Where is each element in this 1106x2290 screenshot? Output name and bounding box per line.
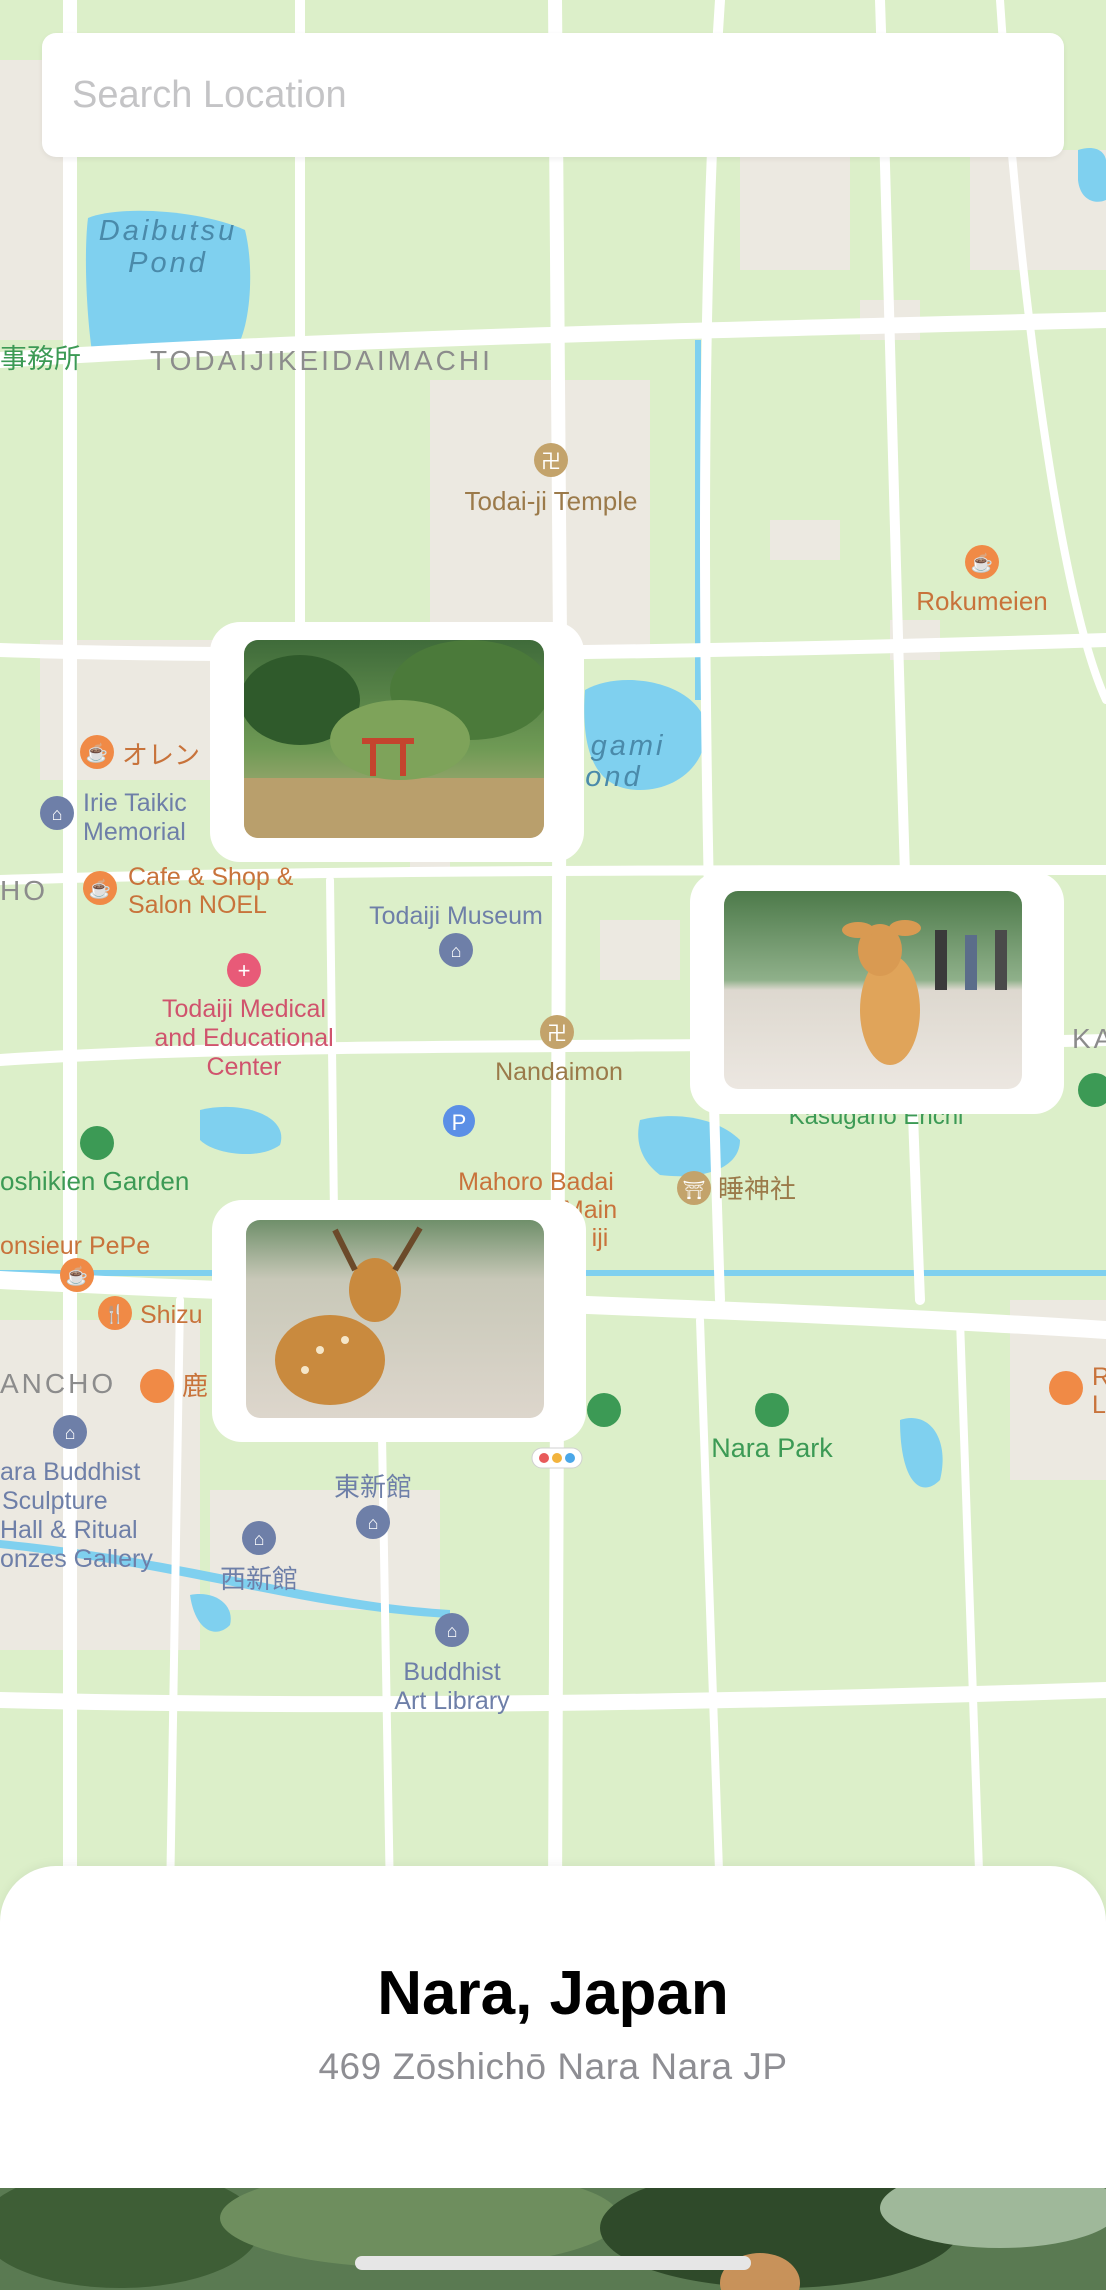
svg-text:+: +: [238, 958, 251, 983]
svg-text:☕: ☕: [66, 1265, 88, 1286]
map-label-monsieur[interactable]: onsieur PePe: [0, 1232, 150, 1260]
map-label-ho: HO: [0, 875, 48, 906]
location-address: 469 Zōshichō Nara Nara JP: [318, 2046, 788, 2087]
location-sheet[interactable]: Nara, Japan 469 Zōshichō Nara Nara JP: [0, 1866, 1106, 2226]
map-label-yoshikien[interactable]: oshikien Garden: [0, 1166, 189, 1196]
svg-text:☕: ☕: [86, 742, 108, 763]
location-photo[interactable]: [0, 2188, 1106, 2290]
park-icon[interactable]: [755, 1393, 789, 1427]
map-label-nara-buddhist-2: Sculpture: [2, 1487, 108, 1515]
map-label-nara-buddhist-4: onzes Gallery: [0, 1545, 153, 1573]
photo-pin-antlered-deer[interactable]: [212, 1200, 586, 1442]
map-label-nara-park[interactable]: Nara Park: [711, 1433, 833, 1463]
map-label-kagami-pond: gami: [591, 730, 666, 762]
svg-text:卍: 卍: [547, 1023, 567, 1045]
map-label-todaijikeidaimachi: TODAIJIKEIDAIMACHI: [150, 345, 493, 376]
svg-text:卍: 卍: [541, 451, 561, 473]
svg-text:⌂: ⌂: [451, 941, 462, 961]
park-icon[interactable]: [587, 1393, 621, 1427]
svg-text:🍴: 🍴: [104, 1303, 126, 1325]
map-label-irie-taikichi-2: Memorial: [83, 818, 186, 846]
map-label-todaiji-medical-3: Center: [206, 1053, 281, 1081]
map-label-shrine[interactable]: 睡神社: [718, 1174, 796, 1204]
map-view[interactable]: Daibutsu Pond 事務所 TODAIJIKEIDAIMACHI 卍 T…: [0, 0, 1106, 1900]
map-label-mahoro-3: iji: [592, 1224, 609, 1252]
svg-text:⌂: ⌂: [254, 1529, 265, 1549]
map-label-nara-buddhist[interactable]: ara Buddhist: [0, 1458, 140, 1486]
svg-text:☕: ☕: [89, 878, 111, 899]
svg-text:⌂: ⌂: [368, 1513, 379, 1533]
park-icon[interactable]: [80, 1126, 114, 1160]
svg-text:⌂: ⌂: [447, 1621, 458, 1641]
map-label-nara-buddhist-3: Hall & Ritual: [0, 1516, 138, 1544]
map-label-ka: KA: [1072, 1023, 1106, 1054]
map-label-todaiji-temple[interactable]: Todai-ji Temple: [465, 486, 638, 516]
ice-cream-icon[interactable]: [140, 1369, 174, 1403]
map-label-rokumeien[interactable]: Rokumeien: [916, 586, 1048, 616]
map-label-east-hall[interactable]: 東新館: [334, 1472, 412, 1502]
search-input[interactable]: [70, 72, 1036, 118]
svg-text:⌂: ⌂: [52, 804, 63, 824]
map-label-buddhist-art[interactable]: Buddhist: [403, 1658, 500, 1686]
map-label-west-hall[interactable]: 西新館: [220, 1564, 298, 1594]
home-indicator: [355, 2256, 751, 2270]
map-label-todaiji-medical-2: and Educational: [154, 1024, 333, 1052]
map-label-irie-taikichi[interactable]: Irie Taikic: [83, 789, 187, 817]
map-label-cafe-shop[interactable]: Cafe & Shop &: [128, 863, 294, 891]
restaurant-icon[interactable]: [1049, 1371, 1083, 1405]
map-label-ancho: ANCHO: [0, 1368, 116, 1399]
traffic-light-icon: [531, 1447, 583, 1469]
map-label-office: 事務所: [0, 344, 81, 374]
svg-text:☕: ☕: [971, 552, 993, 573]
map-label-r: R: [1092, 1363, 1106, 1391]
map-label-shizu[interactable]: Shizu: [140, 1301, 203, 1329]
search-bar[interactable]: [42, 33, 1064, 157]
map-label-todaiji-medical[interactable]: Todaiji Medical: [162, 995, 326, 1023]
location-title: Nara, Japan: [377, 1959, 729, 2028]
map-label-shika[interactable]: 鹿: [182, 1371, 208, 1401]
map-label-l: L: [1092, 1391, 1106, 1419]
map-label-daibutsu-pond: Daibutsu: [99, 215, 237, 247]
map-label-daibutsu-pond-2: Pond: [128, 247, 208, 279]
map-label-kagami-pond-2: ond: [585, 761, 642, 793]
svg-text:⛩: ⛩: [683, 1180, 706, 1200]
svg-text:⌂: ⌂: [65, 1423, 76, 1443]
map-label-todaiji-museum[interactable]: Todaiji Museum: [369, 902, 543, 930]
map-label-orange[interactable]: オレン: [122, 740, 200, 770]
svg-text:P: P: [452, 1110, 467, 1135]
photo-pin-torii[interactable]: [210, 622, 584, 862]
map-label-mahoro[interactable]: Mahoro Badai: [458, 1168, 614, 1196]
map-label-cafe-shop-2: Salon NOEL: [128, 891, 267, 919]
photo-pin-young-deer[interactable]: [690, 872, 1064, 1114]
map-label-buddhist-art-2: Art Library: [394, 1687, 510, 1715]
map-label-nandaimon[interactable]: Nandaimon: [495, 1058, 623, 1086]
